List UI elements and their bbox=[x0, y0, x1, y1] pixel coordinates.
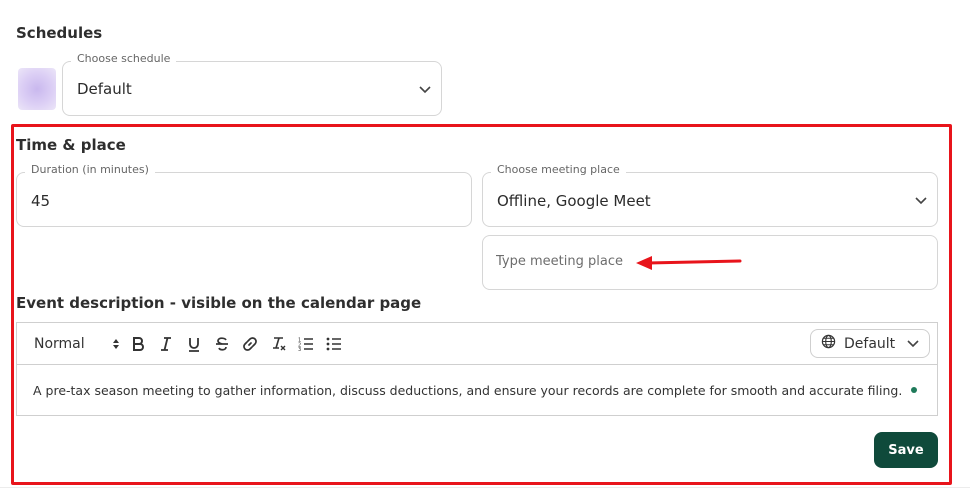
chevron-down-icon bbox=[915, 195, 927, 205]
meeting-place-value: Offline, Google Meet bbox=[497, 192, 651, 210]
chevron-down-icon bbox=[907, 336, 919, 352]
description-editor[interactable]: Normal 123 Default A pre-tax season meet… bbox=[16, 322, 938, 416]
editor-toolbar: Normal 123 Default bbox=[17, 323, 937, 365]
globe-icon bbox=[821, 334, 836, 353]
bullet-list-icon[interactable] bbox=[326, 335, 342, 353]
language-select[interactable]: Default bbox=[810, 329, 930, 358]
duration-field[interactable]: Duration (in minutes) 45 bbox=[16, 163, 472, 227]
clear-format-icon[interactable] bbox=[270, 335, 288, 353]
red-arrow-annotation bbox=[636, 256, 742, 270]
duration-label: Duration (in minutes) bbox=[25, 163, 155, 176]
ordered-list-icon[interactable]: 123 bbox=[298, 335, 314, 353]
strikethrough-icon[interactable] bbox=[214, 335, 230, 353]
schedule-select-label: Choose schedule bbox=[71, 52, 177, 65]
link-icon[interactable] bbox=[241, 335, 259, 353]
save-button[interactable]: Save bbox=[874, 432, 938, 468]
up-down-arrows-icon bbox=[112, 338, 120, 350]
chevron-down-icon bbox=[419, 84, 431, 94]
avatar bbox=[18, 68, 56, 110]
underline-icon[interactable] bbox=[186, 335, 202, 353]
description-heading: Event description - visible on the calen… bbox=[16, 294, 422, 312]
svg-text:3: 3 bbox=[298, 347, 301, 351]
schedule-select[interactable]: Choose schedule Default bbox=[62, 52, 442, 116]
duration-value: 45 bbox=[31, 192, 51, 210]
divider bbox=[0, 487, 970, 488]
italic-icon[interactable] bbox=[158, 335, 174, 353]
meeting-place-select[interactable]: Choose meeting place Offline, Google Mee… bbox=[482, 163, 938, 227]
bold-icon[interactable] bbox=[130, 335, 146, 353]
language-value: Default bbox=[844, 335, 896, 352]
text-format-select[interactable]: Normal bbox=[34, 335, 120, 353]
schedules-heading: Schedules bbox=[16, 24, 103, 42]
status-dot bbox=[911, 387, 917, 393]
meeting-place-label: Choose meeting place bbox=[491, 163, 626, 176]
description-text[interactable]: A pre-tax season meeting to gather infor… bbox=[33, 383, 902, 398]
schedule-select-value: Default bbox=[77, 80, 132, 98]
text-format-value: Normal bbox=[34, 336, 85, 352]
time-place-heading: Time & place bbox=[16, 136, 126, 154]
